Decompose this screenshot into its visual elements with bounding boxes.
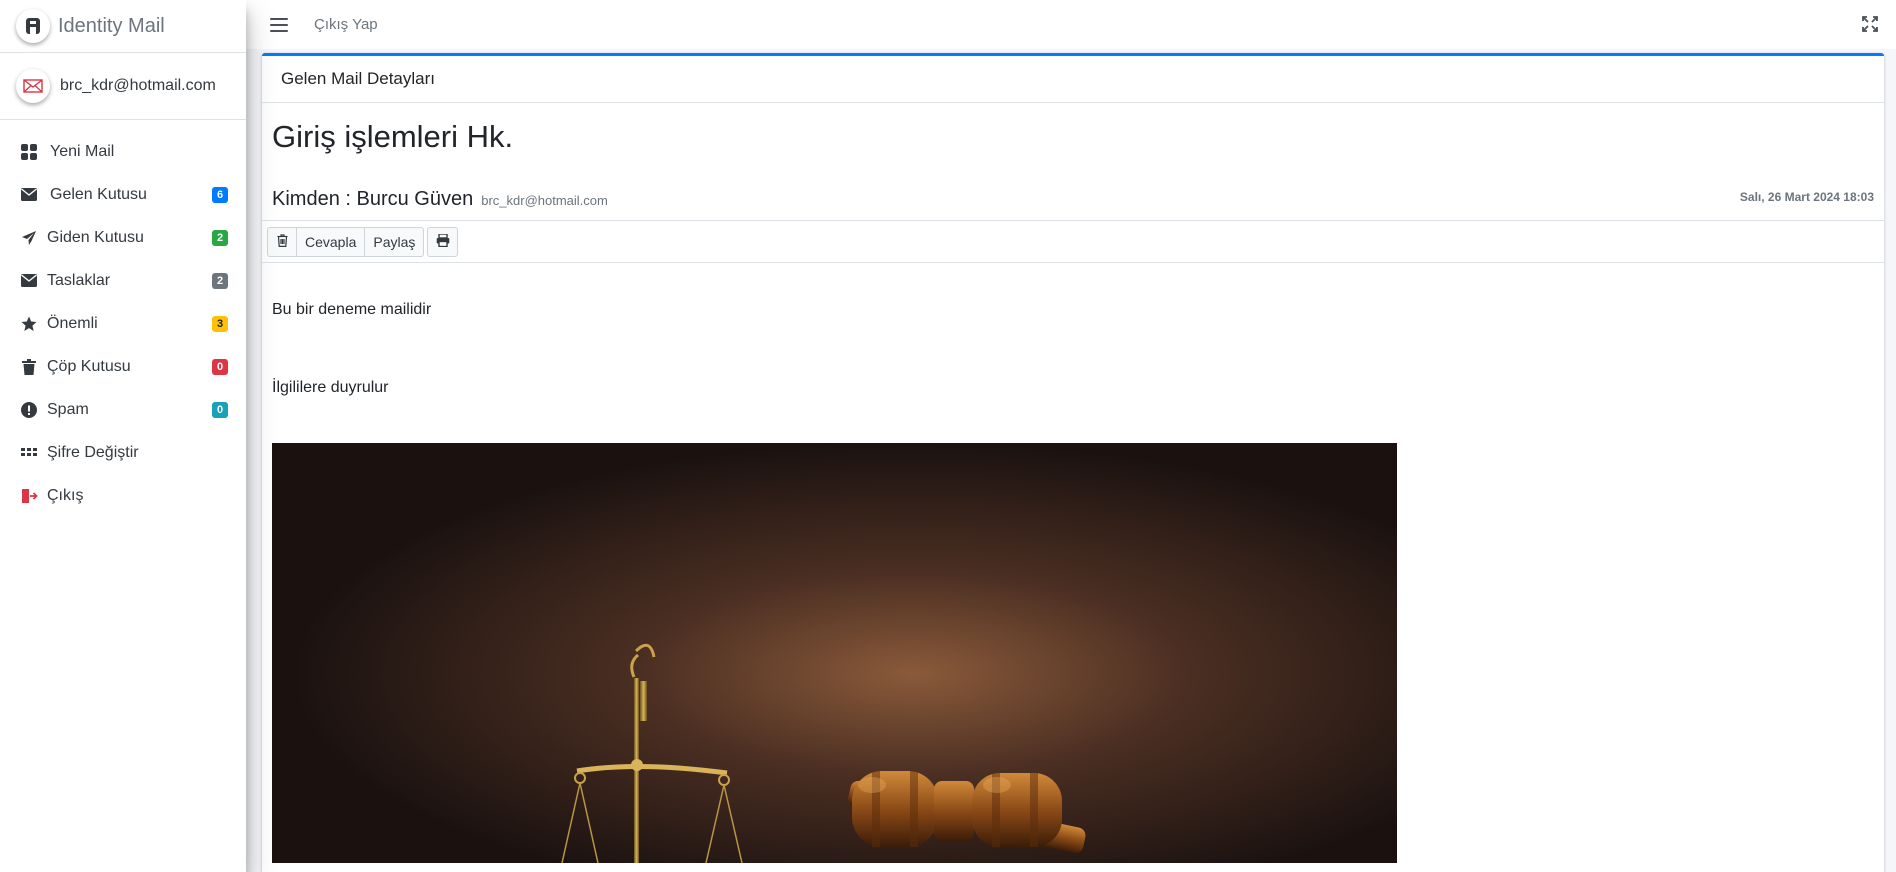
grid-icon bbox=[19, 142, 39, 162]
sidebar-nav: Yeni Mail Gelen Kutusu 6 Giden Kutusu 2 … bbox=[0, 120, 246, 517]
top-navbar: Çıkış Yap bbox=[246, 0, 1896, 49]
mail-body-text: İlgililere duyrulur bbox=[272, 379, 389, 396]
inbox-count-badge: 6 bbox=[212, 186, 228, 203]
mail-subject: Giriş işlemleri Hk. bbox=[272, 119, 514, 154]
paper-plane-icon bbox=[19, 228, 39, 248]
sidebar-item-yeni-mail[interactable]: Yeni Mail bbox=[0, 130, 246, 173]
exclamation-circle-icon bbox=[19, 400, 39, 420]
brand[interactable]: Identity Mail bbox=[0, 0, 246, 53]
sidebar-item-label: Taslaklar bbox=[47, 271, 111, 289]
spam-count-badge: 0 bbox=[212, 401, 228, 418]
user-email: brc_kdr@hotmail.com bbox=[60, 77, 216, 94]
sign-out-icon bbox=[19, 486, 39, 506]
important-count-badge: 3 bbox=[212, 315, 228, 332]
trash-count-badge: 0 bbox=[212, 358, 228, 375]
share-button[interactable]: Paylaş bbox=[365, 226, 425, 257]
mail-body: Bu bir deneme mailidir İlgililere duyrul… bbox=[262, 301, 1884, 863]
sender-name: Burcu Güven bbox=[356, 188, 474, 210]
envelope-avatar-icon bbox=[16, 69, 50, 103]
sidebar-item-spam[interactable]: Spam 0 bbox=[0, 388, 246, 431]
keypad-icon bbox=[19, 443, 39, 463]
sidebar-item-label: Spam bbox=[47, 400, 89, 418]
sender-email: brc_kdr@hotmail.com bbox=[481, 193, 608, 208]
star-icon bbox=[19, 314, 39, 334]
sidebar-item-cikis[interactable]: Çıkış bbox=[0, 474, 246, 517]
envelope-icon bbox=[19, 185, 39, 205]
sent-count-badge: 2 bbox=[212, 229, 228, 246]
trash-icon bbox=[19, 357, 39, 377]
sender-prefix: Kimden : bbox=[272, 188, 357, 210]
sidebar-item-onemli[interactable]: Önemli 3 bbox=[0, 302, 246, 345]
sidebar-item-taslaklar[interactable]: Taslaklar 2 bbox=[0, 259, 246, 302]
mail-sender: Kimden : Burcu Güven brc_kdr@hotmail.com bbox=[272, 188, 608, 211]
sidebar-item-label: Çöp Kutusu bbox=[47, 357, 131, 375]
mail-sender-row: Kimden : Burcu Güven brc_kdr@hotmail.com … bbox=[262, 155, 1884, 221]
scales-of-justice-and-gavel-image bbox=[272, 443, 1397, 863]
sidebar-item-cop-kutusu[interactable]: Çöp Kutusu 0 bbox=[0, 345, 246, 388]
sidebar-item-label: Yeni Mail bbox=[50, 142, 115, 160]
delete-button[interactable] bbox=[267, 226, 297, 257]
logout-link[interactable]: Çıkış Yap bbox=[314, 16, 378, 33]
mail-detail-card: Gelen Mail Detayları Giriş işlemleri Hk.… bbox=[262, 53, 1884, 872]
letter-a-logo-icon bbox=[16, 9, 50, 43]
sidebar-item-label: Çıkış bbox=[47, 486, 84, 504]
print-icon bbox=[436, 232, 450, 250]
sidebar-item-label: Giden Kutusu bbox=[47, 228, 144, 246]
envelope-icon bbox=[19, 271, 39, 291]
reply-button[interactable]: Cevapla bbox=[297, 226, 366, 257]
user-panel[interactable]: brc_kdr@hotmail.com bbox=[0, 53, 246, 120]
drafts-count-badge: 2 bbox=[212, 272, 228, 289]
trash-icon bbox=[277, 233, 288, 250]
sidebar-item-sifre-degistir[interactable]: Şifre Değiştir bbox=[0, 431, 246, 474]
hamburger-menu-icon[interactable] bbox=[270, 17, 288, 32]
sidebar-item-label: Önemli bbox=[47, 314, 98, 332]
sidebar-item-label: Şifre Değiştir bbox=[47, 443, 139, 461]
sidebar: Identity Mail brc_kdr@hotmail.com Yeni M… bbox=[0, 0, 246, 872]
sidebar-item-giden-kutusu[interactable]: Giden Kutusu 2 bbox=[0, 216, 246, 259]
sidebar-item-label: Gelen Kutusu bbox=[50, 185, 147, 203]
mail-toolbar: Cevapla Paylaş bbox=[262, 221, 1884, 263]
mail-actions-group: Cevapla Paylaş bbox=[267, 226, 425, 257]
fullscreen-expand-icon[interactable] bbox=[1862, 16, 1878, 32]
brand-name: Identity Mail bbox=[58, 14, 165, 37]
print-button[interactable] bbox=[427, 226, 459, 257]
sidebar-item-gelen-kutusu[interactable]: Gelen Kutusu 6 bbox=[0, 173, 246, 216]
card-title: Gelen Mail Detayları bbox=[262, 56, 1884, 103]
mail-body-text: Bu bir deneme mailidir bbox=[272, 301, 432, 318]
mail-date: Salı, 26 Mart 2024 18:03 bbox=[1739, 190, 1874, 204]
